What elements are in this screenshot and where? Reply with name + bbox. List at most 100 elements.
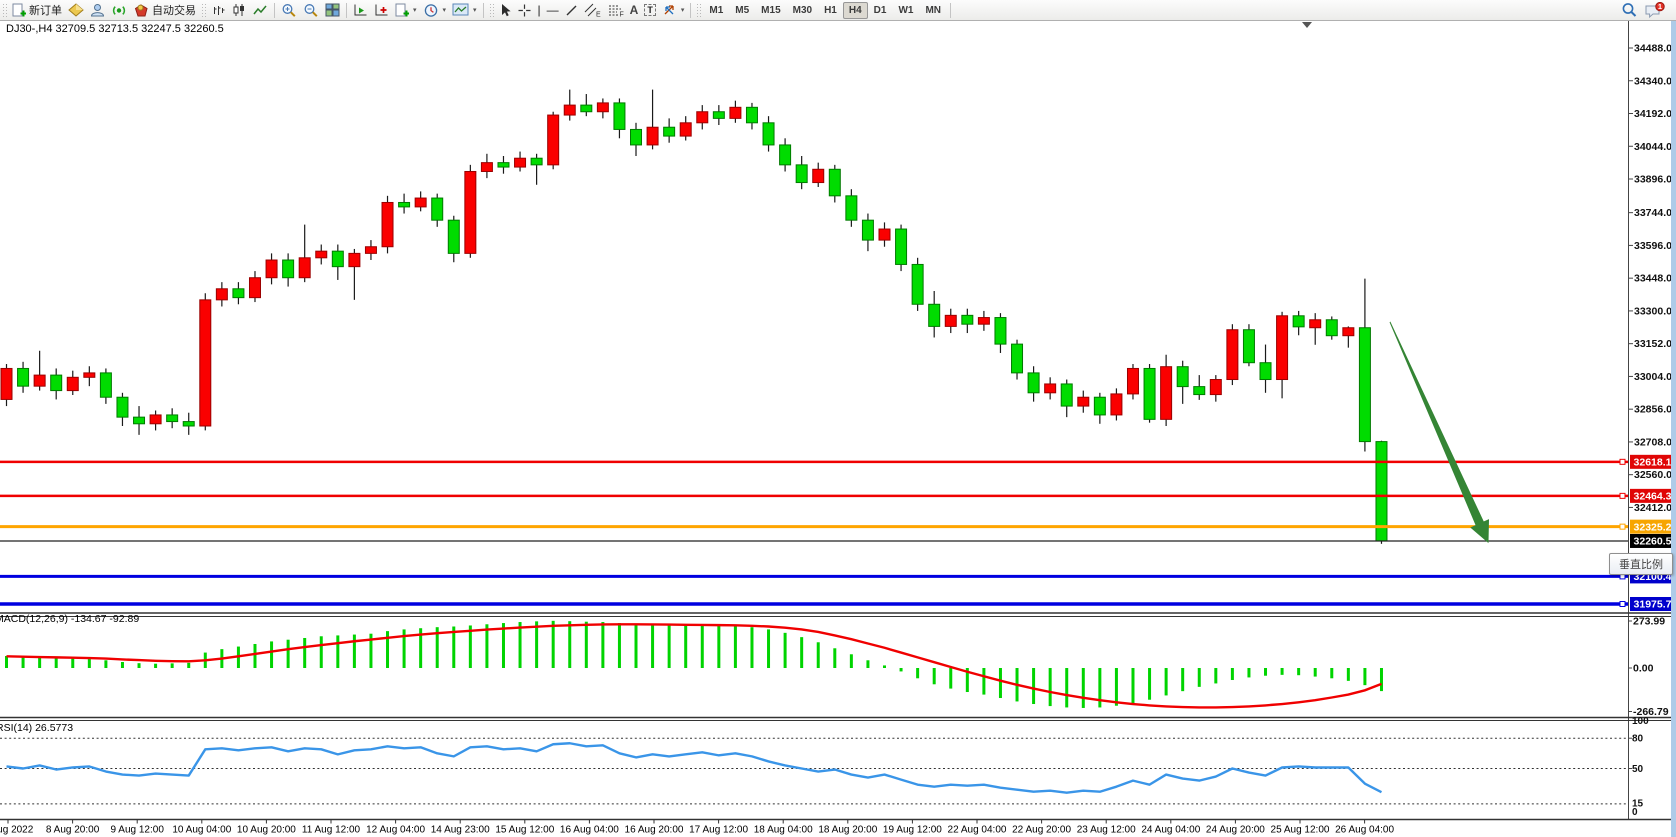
candle: [1277, 316, 1288, 380]
candle: [697, 112, 708, 123]
rsi-label: RSI(14) 26.5773: [0, 722, 73, 734]
macd-histogram-bar: [1181, 668, 1184, 691]
price-chart[interactable]: 34488.034340.034192.034044.033896.033744…: [0, 0, 1676, 837]
candle: [713, 112, 724, 119]
toolbar-grip[interactable]: [696, 3, 701, 17]
time-tick-label: 14 Aug 23:00: [431, 825, 490, 836]
macd-scale-label: 273.99: [1633, 616, 1665, 628]
tf-h4[interactable]: H4: [843, 2, 868, 19]
tf-h1[interactable]: H1: [818, 2, 843, 19]
candle: [183, 422, 194, 426]
zoom-in-button[interactable]: [278, 1, 300, 19]
vline-tool-button[interactable]: |: [535, 1, 544, 19]
candle: [1310, 320, 1321, 328]
candle: [1127, 368, 1138, 393]
macd-histogram-bar: [767, 629, 770, 668]
chart-symbol-ohlc: DJ30-,H4 32709.5 32713.5 32247.5 32260.5: [6, 23, 224, 35]
chat-button[interactable]: 1: [1641, 1, 1668, 19]
bar-chart-button[interactable]: [208, 1, 229, 19]
macd-histogram-bar: [38, 657, 41, 668]
macd-histogram-bar: [1264, 668, 1267, 676]
candle: [912, 264, 923, 304]
macd-signal-line: [7, 624, 1382, 707]
tf-m15[interactable]: M15: [755, 2, 786, 19]
toolbar-grip[interactable]: [489, 3, 494, 17]
candle: [962, 315, 973, 324]
trend-arrow-annotation[interactable]: [1390, 322, 1489, 542]
tf-m1[interactable]: M1: [703, 2, 729, 19]
toolbar-grip[interactable]: [2, 3, 7, 17]
price-tick-label: 34192.0: [1634, 108, 1672, 120]
chart-add-button[interactable]: [371, 1, 392, 19]
new-chart-dropdown[interactable]: [392, 1, 420, 19]
tf-mn[interactable]: MN: [919, 2, 947, 19]
candle: [780, 145, 791, 165]
candle: [1227, 330, 1238, 380]
line-chart-button[interactable]: [250, 1, 271, 19]
macd-histogram-bar: [535, 621, 538, 668]
time-tick-label: 22 Aug 04:00: [948, 825, 1007, 836]
period-dropdown[interactable]: [420, 1, 450, 19]
channel-tool-button[interactable]: E: [581, 1, 604, 19]
candle: [1061, 384, 1072, 406]
price-tick-label: 32560.0: [1634, 469, 1672, 481]
macd-histogram-bar: [171, 663, 174, 668]
candle: [1094, 397, 1105, 415]
tile-windows-button[interactable]: [322, 1, 343, 19]
price-tick-label: 33004.0: [1634, 371, 1672, 383]
time-tick-label: 24 Aug 04:00: [1141, 825, 1200, 836]
chart-shift-marker-icon[interactable]: [1302, 22, 1312, 28]
candlestick-button[interactable]: [229, 1, 250, 19]
fibonacci-tool-button[interactable]: F: [604, 1, 627, 19]
hline-marker[interactable]: [1620, 493, 1625, 498]
tf-w1[interactable]: W1: [892, 2, 919, 19]
template-dropdown[interactable]: [449, 1, 480, 19]
toolbar-grip[interactable]: [201, 3, 206, 17]
tf-m5[interactable]: M5: [729, 2, 755, 19]
macd-histogram-bar: [1297, 668, 1300, 675]
macd-histogram-bar: [1347, 668, 1350, 681]
candle: [415, 198, 426, 207]
candle: [332, 251, 343, 266]
candle: [200, 300, 211, 426]
candle: [1, 368, 12, 399]
zoom-out-button[interactable]: [300, 1, 322, 19]
rsi-scale-label: 80: [1632, 734, 1644, 745]
candle: [84, 373, 95, 377]
quotes-diamond-icon: [68, 3, 84, 17]
hline-tool-button[interactable]: —: [544, 1, 562, 19]
profile-button[interactable]: [87, 1, 108, 19]
hline-marker[interactable]: [1620, 524, 1625, 529]
time-tick-label: 16 Aug 20:00: [625, 825, 684, 836]
candle: [929, 304, 940, 326]
text-label-tool-button[interactable]: T: [641, 1, 659, 19]
trendline-tool-button[interactable]: [562, 1, 581, 19]
macd-histogram-bar: [833, 648, 836, 668]
hline-marker[interactable]: [1620, 459, 1625, 464]
window-edge-strip: [1671, 21, 1676, 837]
crosshair-button[interactable]: [514, 1, 535, 19]
candle: [349, 253, 360, 266]
chart-play-button[interactable]: [350, 1, 371, 19]
candle: [531, 158, 542, 165]
macd-histogram-bar: [601, 622, 604, 668]
new-order-button[interactable]: 新订单: [9, 1, 65, 19]
search-button[interactable]: [1618, 1, 1641, 19]
tf-d1[interactable]: D1: [868, 2, 893, 19]
signal-button[interactable]: [108, 1, 130, 19]
macd-histogram-bar: [817, 642, 820, 668]
crosshair-icon: [517, 3, 532, 18]
candle: [846, 196, 857, 220]
chart-add-icon: [374, 3, 389, 17]
candle: [216, 289, 227, 300]
hline-marker[interactable]: [1620, 601, 1625, 606]
mt4-window: 新订单 自动交易: [0, 0, 1676, 837]
arrows-tool-dropdown[interactable]: [659, 1, 688, 19]
autotrade-button[interactable]: 自动交易: [130, 1, 199, 19]
macd-histogram-bar: [750, 627, 753, 668]
tf-m30[interactable]: M30: [787, 2, 818, 19]
quotes-button[interactable]: [65, 1, 87, 19]
toolbar-separator: [274, 3, 275, 18]
text-tool-button[interactable]: A: [627, 1, 642, 19]
cursor-button[interactable]: [496, 1, 514, 19]
